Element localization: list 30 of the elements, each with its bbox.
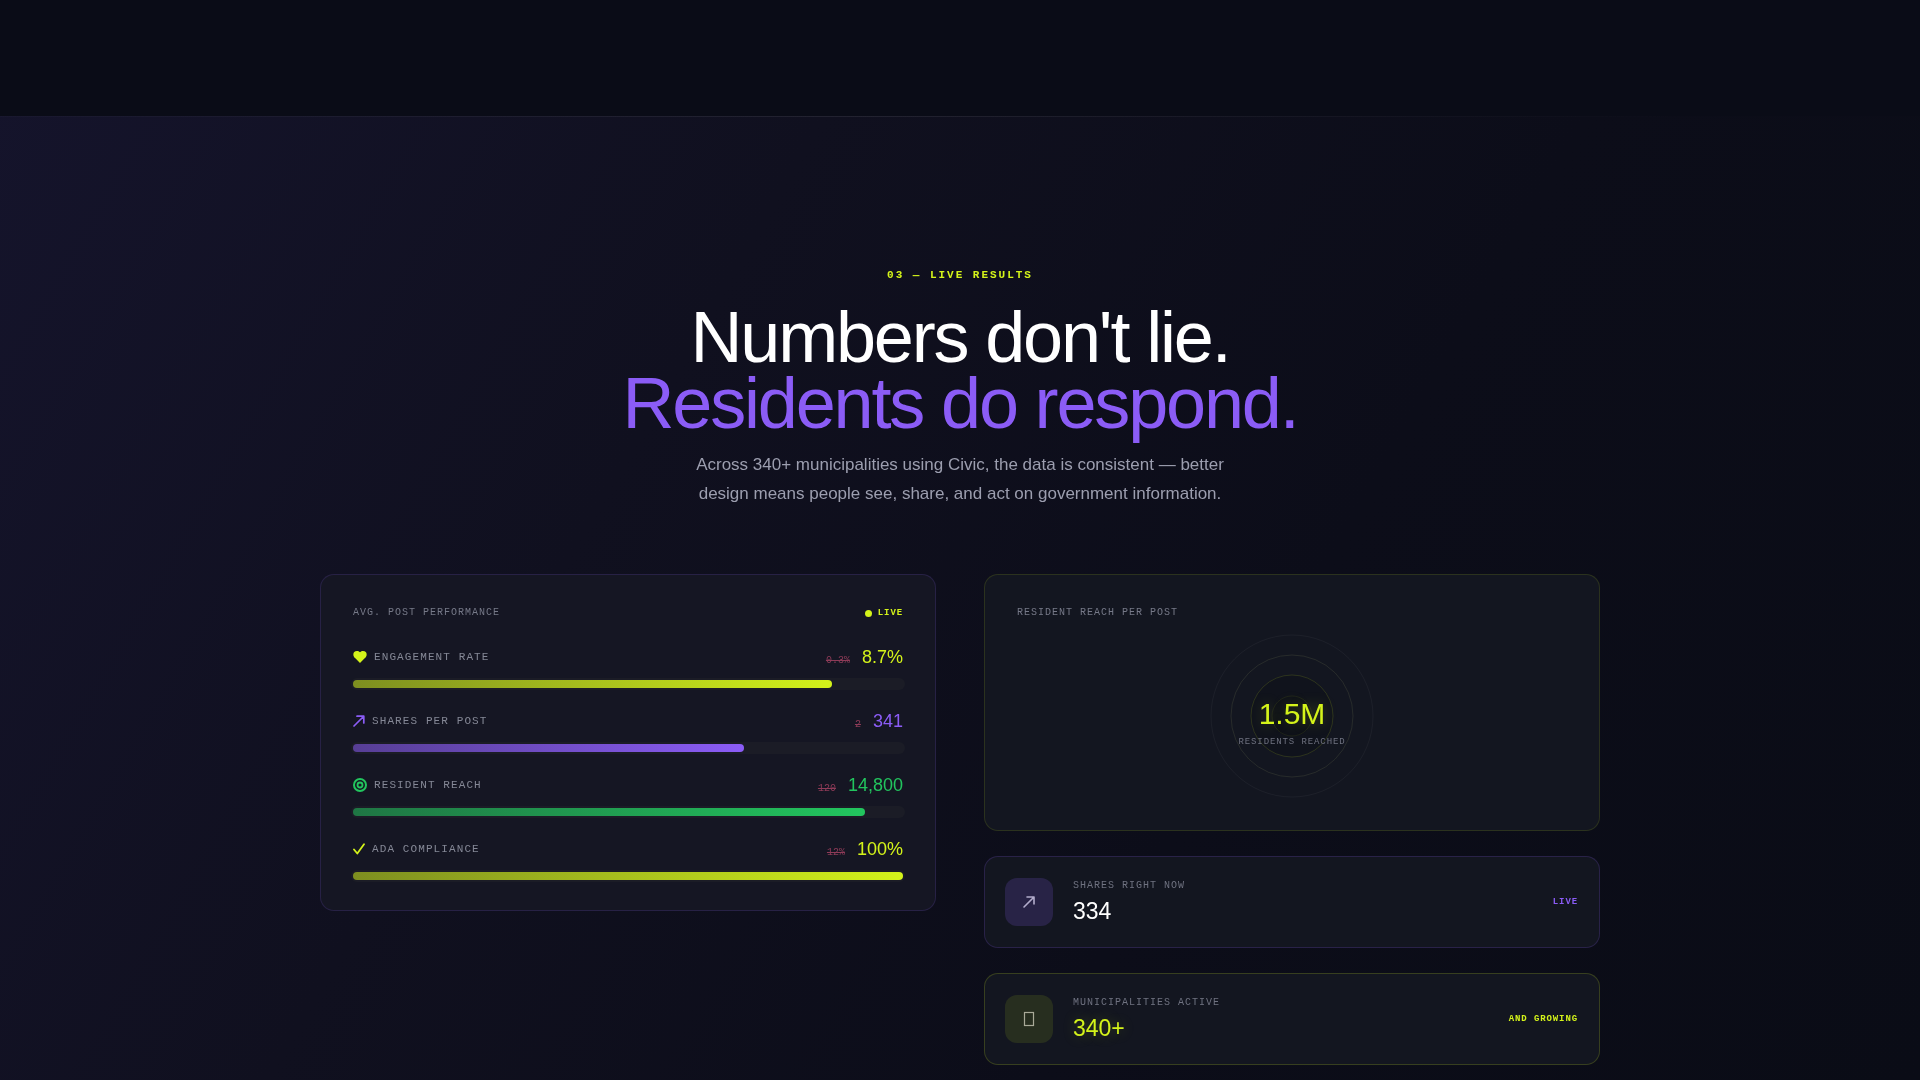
stat-label: SHARES RIGHT NOW [1073,879,1185,893]
previous-value: 2 [854,719,861,730]
status-dot-icon [864,609,872,617]
metric-value: 100% [856,838,903,860]
stat-value: 334 [1073,898,1112,925]
card-title: AVG. POST PERFORMANCE [353,606,501,620]
stat-tag: LIVE [1552,896,1578,908]
metric-label: SHARES PER POST [372,715,488,727]
section-description: Across 340+ municipalities using Civic, the data is consistent — better design means people see, share, and act on government information. [695,454,1225,505]
previous-value: 12% [826,847,845,858]
previous-value: 0.3% [825,655,850,666]
metric-value: 341 [872,710,903,732]
metric-label: ADA COMPLIANCE [372,843,480,855]
live-label: LIVE [877,607,903,619]
metric-label: RESIDENT REACH [374,779,482,791]
arrow-up-right-icon [1005,878,1053,926]
metric-label: ENGAGEMENT RATE [374,651,490,663]
headline-accent: Residents do respond. [622,370,1298,444]
reach-value: 1.5M [1258,698,1326,730]
rectangle-icon [1005,995,1053,1043]
previous-value: 120 [817,783,836,794]
metric-value: 14,800 [847,774,903,796]
stat-value: 340+ [1073,1015,1125,1042]
section-eyebrow: 03 — LIVE RESULTS [887,268,1033,282]
metric-value: 8.7% [861,646,903,668]
headline: Numbers don't lie. [690,304,1230,370]
card-title: RESIDENT REACH PER POST [1017,606,1179,620]
reach-caption: RESIDENTS REACHED [1238,737,1346,748]
stat-label: MUNICIPALITIES ACTIVE [1073,996,1221,1010]
stat-tag: AND GROWING [1508,1013,1578,1025]
